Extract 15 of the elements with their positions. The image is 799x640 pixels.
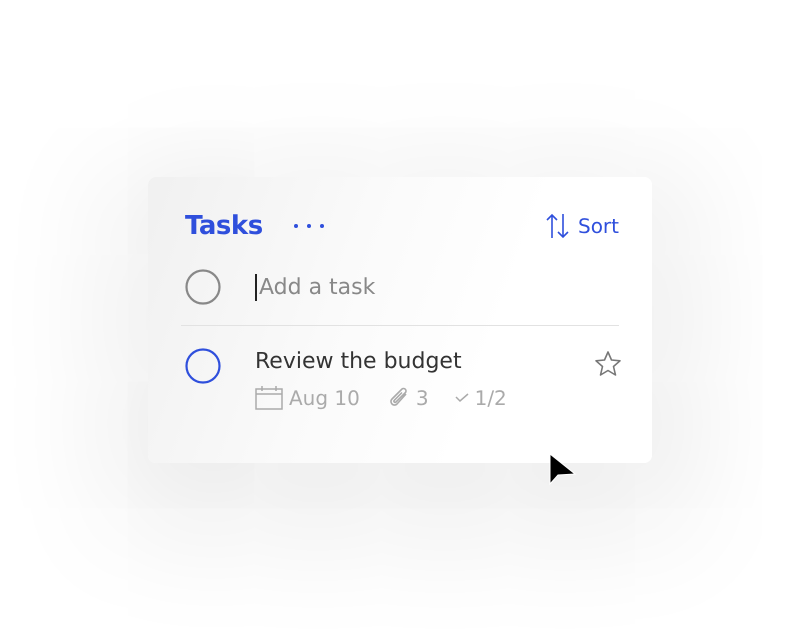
star-icon[interactable] [594,350,622,378]
sort-icon [546,213,570,239]
task-title[interactable]: Review the budget [255,348,594,376]
step-count: 1/2 [474,386,507,410]
sort-button[interactable]: Sort [546,213,619,239]
mouse-pointer-icon [549,453,577,485]
due-date: Aug 10 [289,386,360,410]
add-circle-icon [185,269,221,305]
add-task-field[interactable]: Add a task [255,274,561,300]
calendar-icon [255,386,283,410]
more-icon[interactable] [292,223,325,229]
check-icon [454,393,469,403]
list-title: Tasks [185,211,263,241]
attachment-count: 3 [416,386,429,410]
task-checkbox[interactable] [185,348,221,384]
